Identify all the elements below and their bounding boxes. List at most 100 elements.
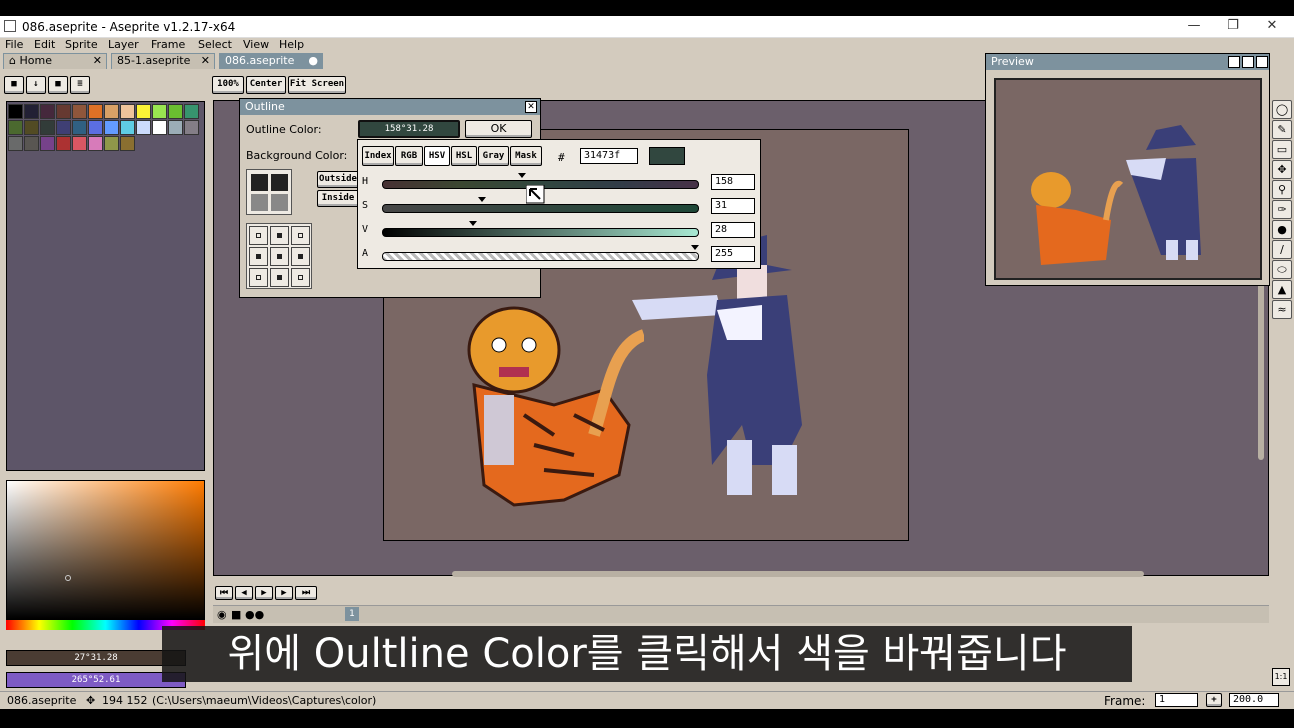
menu-sprite[interactable]: Sprite [65,38,98,51]
slider-v[interactable] [382,228,699,237]
circle-matrix-icon[interactable] [251,174,268,191]
horizontal-matrix-icon[interactable] [251,194,268,211]
matrix-cell[interactable] [270,226,289,245]
palette-swatch[interactable] [8,136,23,151]
frame-input[interactable]: 1 [1155,693,1198,707]
palette-swatch[interactable] [8,120,23,135]
palette-swatch[interactable] [56,104,71,119]
brush-icon[interactable]: ✑ [1272,200,1292,219]
palette-swatch[interactable] [136,120,151,135]
palette-swatch[interactable] [136,104,151,119]
palette-preset-icon[interactable]: ■ [48,76,68,94]
last-frame-icon[interactable]: ⏭ [295,586,317,600]
lock-icon[interactable]: ■ [4,76,24,94]
zoom-100-button[interactable]: 100% [212,76,244,94]
next-frame-icon[interactable]: ▶ [275,586,293,600]
vertical-matrix-icon[interactable] [271,194,288,211]
palette-swatch[interactable] [24,136,39,151]
close-icon[interactable]: ✕ [525,101,537,113]
outline-matrix-grid[interactable] [246,223,312,289]
lock-icon[interactable]: ■ [231,608,241,621]
matrix-cell[interactable] [291,247,310,266]
palette-swatch[interactable] [24,104,39,119]
prev-frame-icon[interactable]: ◀ [235,586,253,600]
blur-icon[interactable]: ≈ [1272,300,1292,319]
palette-swatch[interactable] [88,136,103,151]
sort-down-icon[interactable]: ↓ [26,76,46,94]
restore-button[interactable]: ❐ [1213,18,1253,36]
palette-swatch[interactable] [104,136,119,151]
hex-input[interactable]: 31473f [580,148,638,164]
close-icon[interactable] [1256,56,1268,68]
background-color-button[interactable]: 265°52.61 [6,672,186,688]
line-icon[interactable]: ∕ [1272,240,1292,259]
palette-menu-icon[interactable]: ≡ [70,76,90,94]
close-window-button[interactable]: ✕ [1252,18,1292,36]
expand-icon[interactable] [1228,56,1240,68]
palette-swatch[interactable] [152,120,167,135]
contour-icon[interactable]: ▲ [1272,280,1292,299]
marquee-icon[interactable]: ◯ [1272,100,1292,119]
matrix-cell[interactable] [249,247,268,266]
menu-view[interactable]: View [243,38,269,51]
palette-swatch[interactable] [40,104,55,119]
slider-a[interactable] [382,252,699,261]
palette-swatch[interactable] [104,104,119,119]
eye-icon[interactable]: ◉ [217,608,227,621]
palette-swatch[interactable] [24,120,39,135]
menu-edit[interactable]: Edit [34,38,55,51]
palette-swatch[interactable] [120,120,135,135]
menu-file[interactable]: File [5,38,23,51]
menu-layer[interactable]: Layer [108,38,139,51]
close-icon[interactable]: ✕ [201,54,210,68]
ok-button[interactable]: OK [465,120,532,138]
matrix-cell[interactable] [291,226,310,245]
palette-swatch[interactable] [72,104,87,119]
color-spectrum[interactable] [6,480,205,620]
palette-swatch[interactable] [56,136,71,151]
ellipse-icon[interactable]: ⬭ [1272,260,1292,279]
slider-s[interactable] [382,204,699,213]
slider-thumb[interactable] [469,221,477,226]
palette-swatch[interactable] [40,136,55,151]
mode-rgb-button[interactable]: RGB [395,146,423,166]
menu-select[interactable]: Select [198,38,232,51]
tab-85-1[interactable]: 85-1.aseprite ✕ [111,53,215,69]
outline-shape-selector[interactable] [246,169,292,215]
slider-value-v[interactable]: 28 [711,222,755,238]
mode-gray-button[interactable]: Gray [478,146,509,166]
zoom-input[interactable]: 200.0 [1229,693,1279,707]
palette-swatch[interactable] [168,104,183,119]
matrix-cell[interactable] [249,226,268,245]
menu-frame[interactable]: Frame [151,38,185,51]
matrix-cell[interactable] [270,268,289,287]
palette-swatch[interactable] [184,120,199,135]
tab-home[interactable]: ⌂ Home ✕ [3,53,107,69]
play-icon[interactable]: ▶ [255,586,273,600]
palette-swatch[interactable] [184,104,199,119]
palette-swatch[interactable] [168,120,183,135]
minimize-button[interactable]: — [1174,18,1214,36]
palette-swatch[interactable] [72,136,87,151]
outline-color-button[interactable]: 158°31.28 [358,120,460,138]
slider-thumb[interactable] [478,197,486,202]
eraser-icon[interactable]: ▭ [1272,140,1292,159]
slider-value-a[interactable]: 255 [711,246,755,262]
palette-swatch[interactable] [120,136,135,151]
add-frame-icon[interactable]: + [1206,693,1222,707]
center-button[interactable]: Center [246,76,286,94]
matrix-cell[interactable] [249,268,268,287]
inside-button[interactable]: Inside [317,190,359,207]
play-icon[interactable] [1242,56,1254,68]
palette-swatch[interactable] [72,120,87,135]
mode-hsv-button[interactable]: HSV [424,146,450,166]
horizontal-scrollbar[interactable] [452,571,1144,577]
continuous-icon[interactable]: ●● [245,608,264,621]
palette-swatch[interactable] [120,104,135,119]
palette-swatch[interactable] [152,104,167,119]
mode-index-button[interactable]: Index [362,146,394,166]
matrix-cell[interactable] [270,247,289,266]
slider-thumb[interactable] [691,245,699,250]
tab-086[interactable]: 086.aseprite ● [219,53,323,69]
matrix-cell[interactable] [291,268,310,287]
